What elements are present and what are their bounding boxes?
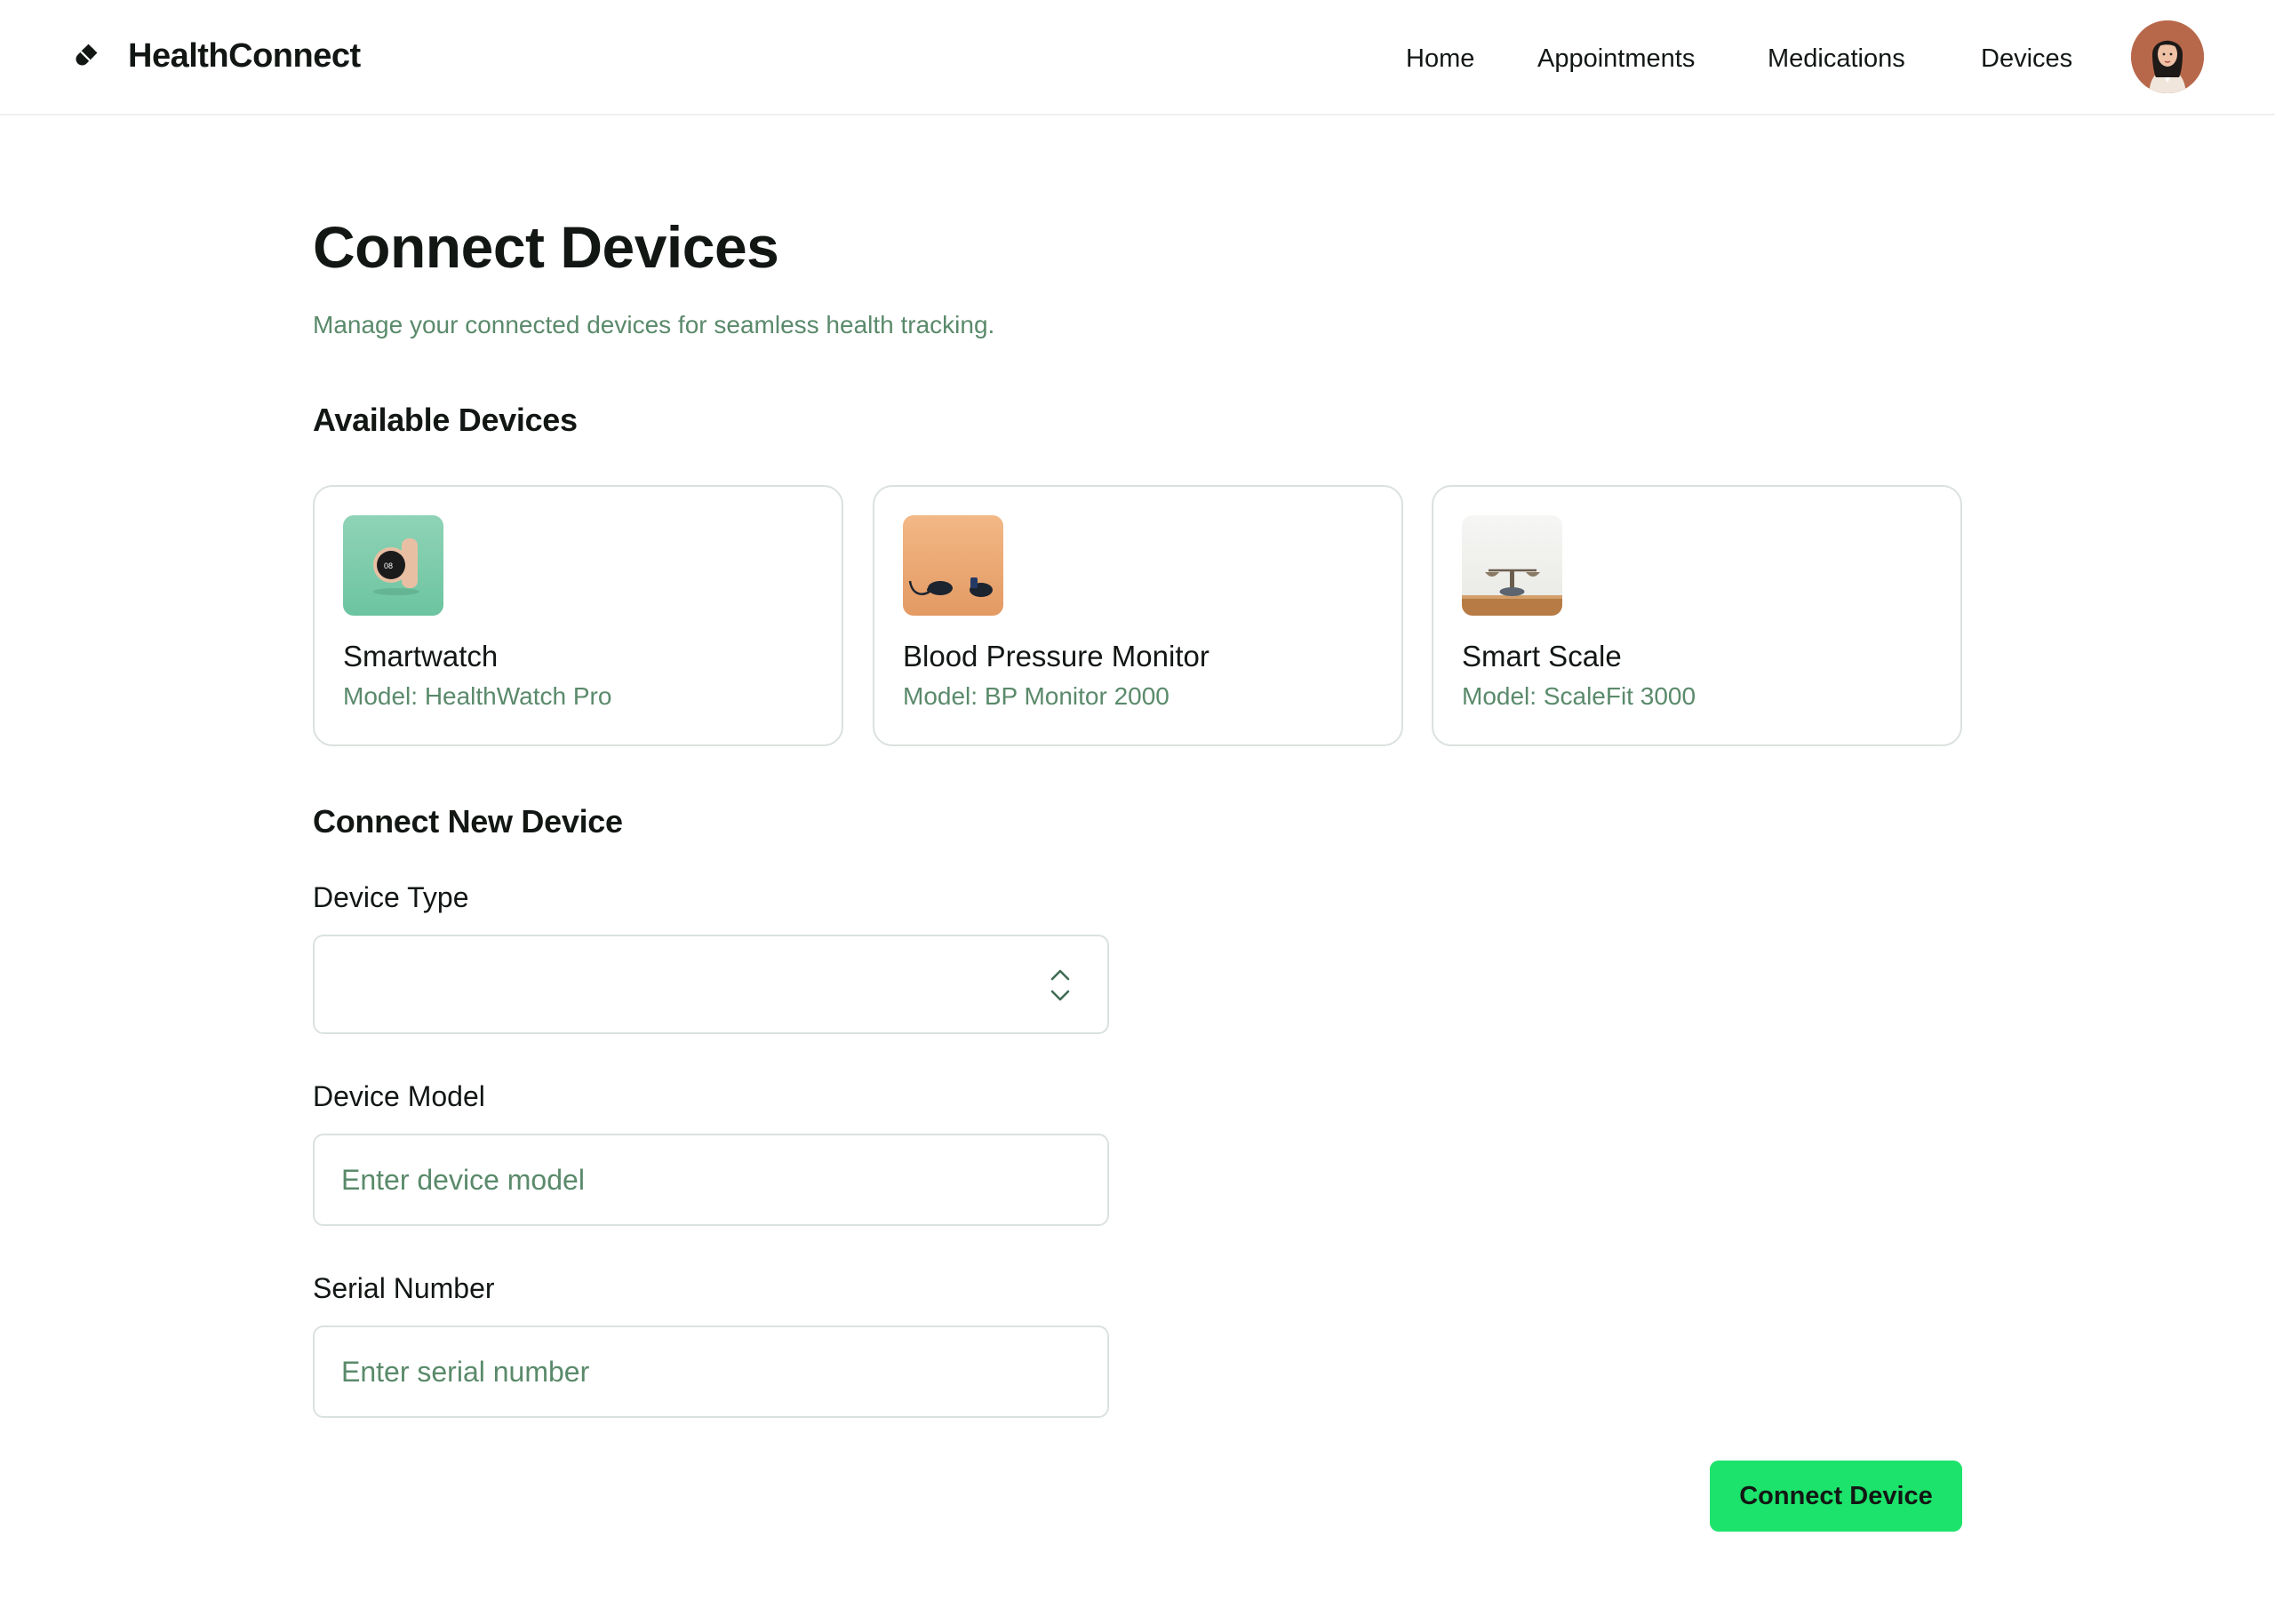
connect-device-button[interactable]: Connect Device: [1710, 1461, 1962, 1532]
page-title: Connect Devices: [313, 214, 779, 280]
device-model: Model: HealthWatch Pro: [343, 682, 612, 710]
brand[interactable]: HealthConnect: [71, 34, 361, 78]
smart-scale-image: [1462, 515, 1562, 616]
brand-name: HealthConnect: [128, 36, 361, 75]
device-model: Model: BP Monitor 2000: [903, 682, 1169, 710]
device-card-smartwatch[interactable]: 08 Smartwatch Model: HealthWatch Pro: [313, 485, 843, 746]
device-name: Smartwatch: [343, 640, 499, 673]
top-nav-bar: HealthConnect Home Appointments Medicati…: [0, 0, 2275, 115]
chevron-up-down-icon: [1050, 969, 1070, 1001]
device-model-input[interactable]: [315, 1135, 1107, 1224]
nav-home[interactable]: Home: [1406, 44, 1474, 74]
device-type-label: Device Type: [313, 881, 469, 913]
smartwatch-image: 08: [343, 515, 443, 616]
device-model-field: [313, 1134, 1109, 1226]
device-card-blood-pressure-monitor[interactable]: Blood Pressure Monitor Model: BP Monitor…: [873, 485, 1403, 746]
device-model-label: Device Model: [313, 1080, 485, 1112]
nav-appointments[interactable]: Appointments: [1537, 44, 1695, 74]
available-devices-heading: Available Devices: [313, 402, 578, 438]
serial-number-input[interactable]: [315, 1327, 1107, 1416]
device-model: Model: ScaleFit 3000: [1462, 682, 1696, 710]
nav-devices[interactable]: Devices: [1981, 44, 2072, 74]
device-card-smart-scale[interactable]: Smart Scale Model: ScaleFit 3000: [1432, 485, 1962, 746]
device-name: Smart Scale: [1462, 640, 1622, 673]
serial-number-label: Serial Number: [313, 1272, 495, 1304]
page-subtitle: Manage your connected devices for seamle…: [313, 311, 995, 338]
svg-text:08: 08: [384, 561, 393, 570]
device-name: Blood Pressure Monitor: [903, 640, 1209, 673]
serial-number-field: [313, 1325, 1109, 1418]
user-avatar[interactable]: [2131, 20, 2204, 93]
connect-new-device-heading: Connect New Device: [313, 803, 623, 840]
device-type-select[interactable]: [313, 935, 1109, 1034]
user-avatar-image: [2131, 20, 2204, 93]
nav-medications[interactable]: Medications: [1768, 44, 1905, 74]
blood-pressure-monitor-image: [903, 515, 1003, 616]
logo-icon: [76, 44, 98, 66]
